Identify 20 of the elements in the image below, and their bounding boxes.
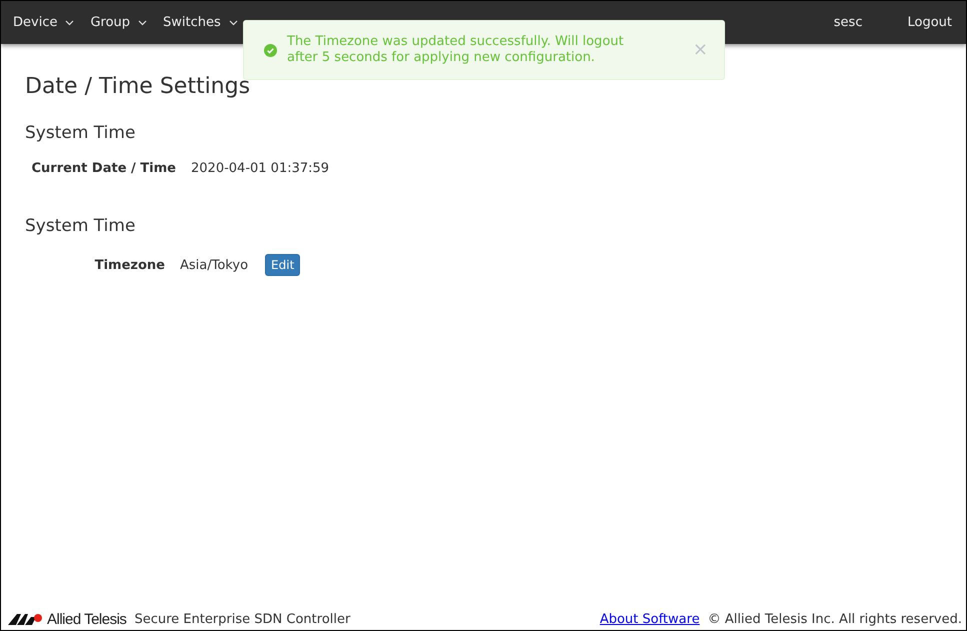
logo-text: Allied Telesis xyxy=(47,610,126,628)
section-title: System Time xyxy=(25,216,136,236)
logo-icon xyxy=(8,613,44,625)
nav-menu[interactable]: Group xyxy=(90,15,148,30)
edit-button[interactable]: Edit xyxy=(265,254,300,276)
success-icon xyxy=(264,44,277,56)
field-value: Asia/Tokyo xyxy=(180,258,248,272)
field-label: Timezone xyxy=(94,258,165,272)
field-label: Current Date / Time xyxy=(30,161,176,176)
field-value: 2020-04-01 01:37:59 xyxy=(191,161,330,176)
nav-menu[interactable]: Switches xyxy=(163,15,238,30)
page-title: Date / Time Settings xyxy=(25,74,252,99)
toast-message: The Timezone was updated successfully. Will logout after 5 seconds for applying new configuration. xyxy=(287,34,625,66)
logout-link[interactable]: Logout xyxy=(907,15,952,30)
about-link[interactable]: About Software xyxy=(600,612,700,626)
product-name: Secure Enterprise SDN Controller xyxy=(134,612,350,626)
copyright-text: © Allied Telesis Inc. All rights reserved. xyxy=(708,612,962,626)
user-name[interactable]: sesc xyxy=(834,15,862,30)
nav-menu[interactable]: Device xyxy=(13,15,74,30)
section-title: System Time xyxy=(25,123,136,143)
